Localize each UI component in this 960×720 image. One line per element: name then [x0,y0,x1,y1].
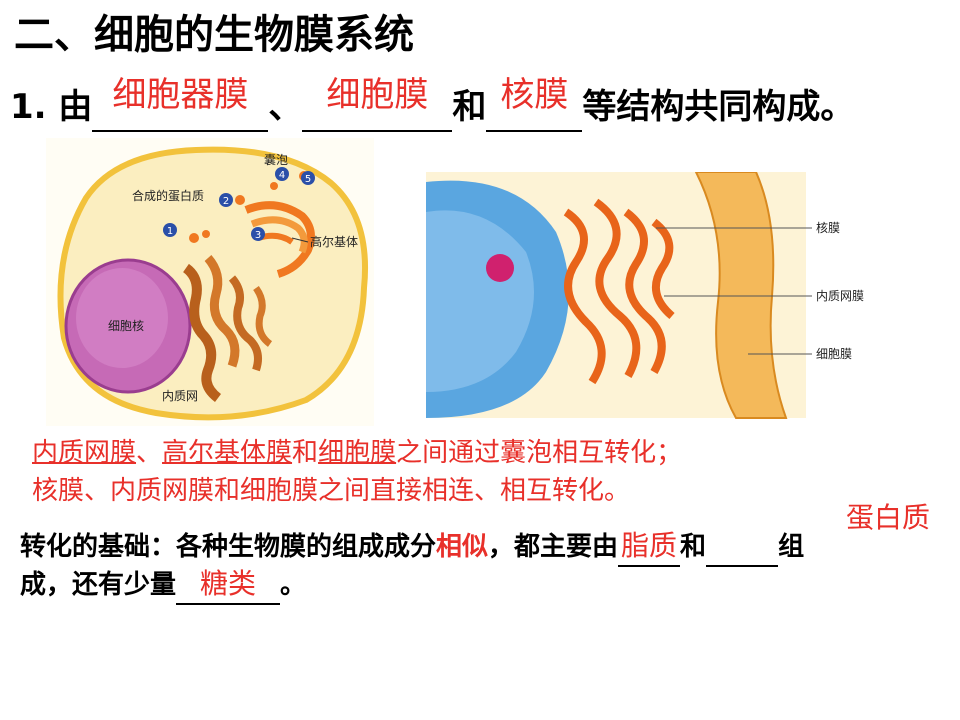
cell-secretion-diagram: 1 2 3 4 5 囊泡 合成的蛋白质 高尔基体 细胞核 内质网 [46,138,374,426]
label-er-membrane: 内质网膜 [816,289,864,303]
label-vesicle: 囊泡 [264,152,288,167]
svg-text:4: 4 [279,170,285,181]
line1-sep2: 和 [452,87,487,127]
basis-text-d: 组 [778,532,805,562]
line1-prefix: 1. 由 [10,87,93,127]
nucleolus [486,254,514,282]
basis-line-1: 转化的基础：各种生物膜的组成成分相似，都主要由 脂质和 组 [20,528,804,567]
label-golgi: 高尔基体 [310,234,358,249]
basis-line-2: 成，还有少量 糖类。 [20,566,306,605]
membrane-connection-diagram: 核膜 内质网膜 细胞膜 [426,172,886,430]
basis-text-f: 。 [280,570,307,600]
conversion-statements: 内质网膜、高尔基体膜和细胞膜之间通过囊泡相互转化； 核膜、内质网膜和细胞膜之间直… [32,434,682,510]
blank-lipid: 脂质 [618,528,681,567]
label-nucleus: 细胞核 [108,319,144,333]
blank-3: 核膜 [486,75,583,132]
blank-sugar: 糖类 [176,566,281,605]
label-er: 内质网 [162,389,198,403]
label-synth-protein: 合成的蛋白质 [132,188,204,203]
answer-nuclear-membrane: 核膜 [500,75,569,115]
page-title: 二、细胞的生物膜系统 [14,12,414,58]
term-golgi-membrane: 高尔基体膜 [162,438,293,468]
blank-2: 细胞膜 [302,75,453,132]
answer-lipid: 脂质 [621,529,678,562]
label-nuclear-membrane: 核膜 [816,221,840,235]
basis-text-e: 成，还有少量 [20,570,177,600]
term-similar: 相似 [436,532,489,562]
answer-cell-membrane: 细胞膜 [326,75,429,115]
svg-text:3: 3 [255,230,261,241]
conversion-sep: 、 [136,438,163,468]
line1-suffix: 等结构共同构成。 [582,87,855,127]
answer-sugar: 糖类 [200,567,257,600]
line1-sep1: 、 [268,87,303,127]
basis-text-c: 和 [680,532,707,562]
term-cell-membrane: 细胞膜 [318,438,397,468]
statement-line-1: 1. 由细胞器膜、细胞膜和核膜 等结构共同构成。 [10,75,855,132]
basis-text-a: 转化的基础：各种生物膜的组成成分 [20,532,437,562]
blank-protein [706,529,779,567]
blank-1: 细胞器膜 [92,75,269,132]
conversion-and: 和 [292,438,319,468]
svg-text:2: 2 [223,196,229,207]
term-er-membrane: 内质网膜 [32,438,137,468]
conversion-tail: 之间通过囊泡相互转化； [396,438,683,468]
basis-text-b: ，都主要由 [488,532,619,562]
answer-protein: 蛋白质 [846,501,931,534]
label-cell-membrane: 细胞膜 [816,347,852,361]
answer-organelle-membrane: 细胞器膜 [112,75,249,115]
svg-text:1: 1 [167,226,173,237]
svg-text:5: 5 [305,174,311,185]
conversion-line-1: 内质网膜、高尔基体膜和细胞膜之间通过囊泡相互转化； [32,434,682,472]
conversion-line-2: 核膜、内质网膜和细胞膜之间直接相连、相互转化。 [32,476,631,506]
